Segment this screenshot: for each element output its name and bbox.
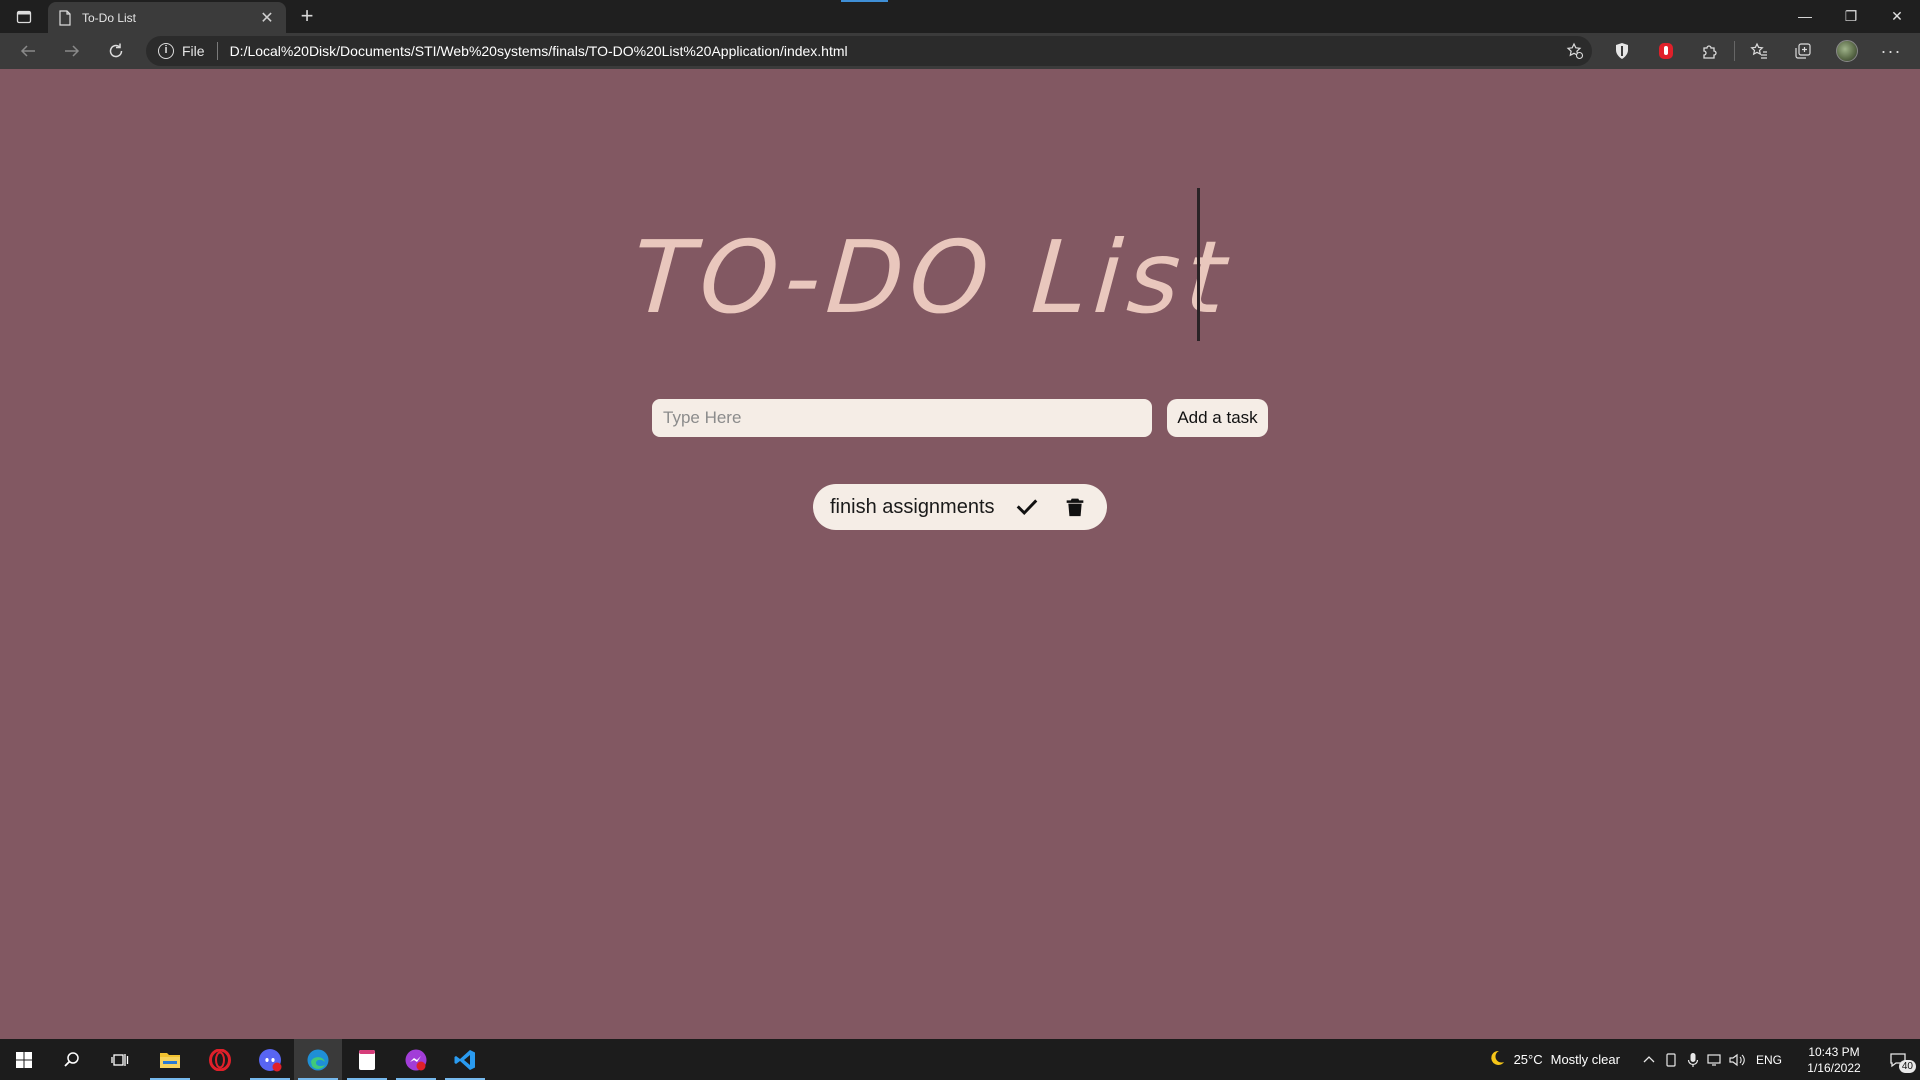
url-text[interactable]: D:/Local%20Disk/Documents/STI/Web%20syst…	[230, 43, 848, 59]
notification-icon[interactable]: 40	[1876, 1039, 1920, 1080]
weather-moon-icon[interactable]	[1488, 1049, 1506, 1070]
tab-title: To-Do List	[82, 10, 137, 25]
notification-count: 40	[1898, 1060, 1916, 1073]
browser-tab[interactable]: To-Do List ✕	[48, 2, 286, 33]
page-content: TO-DO List Add a task finish assignments	[0, 69, 1920, 1039]
task-view-icon[interactable]	[96, 1039, 144, 1080]
browser-tab-strip: To-Do List ✕ + — ❐ ✕	[0, 0, 1920, 33]
trash-icon[interactable]	[1063, 495, 1087, 519]
tab-actions-icon[interactable]	[10, 7, 38, 27]
restore-button[interactable]: ❐	[1828, 0, 1874, 32]
profile-avatar[interactable]	[1825, 40, 1869, 62]
browser-toolbar: i File D:/Local%20Disk/Documents/STI/Web…	[0, 33, 1920, 69]
search-icon[interactable]	[48, 1039, 96, 1080]
new-tab-button[interactable]: +	[294, 4, 320, 30]
tab-close-icon[interactable]: ✕	[258, 8, 276, 28]
opera-icon[interactable]	[196, 1039, 244, 1080]
vscode-icon[interactable]	[441, 1039, 489, 1080]
task-input[interactable]	[652, 399, 1152, 437]
system-tray: 25°C Mostly clear ENG 10:43 PM 1/16/2022…	[1488, 1039, 1920, 1080]
file-explorer-icon[interactable]	[146, 1039, 194, 1080]
windows-taskbar: 25°C Mostly clear ENG 10:43 PM 1/16/2022…	[0, 1039, 1920, 1080]
favorites-add-icon[interactable]	[1566, 42, 1584, 60]
back-arrow-icon[interactable]	[14, 39, 42, 63]
notes-icon[interactable]	[343, 1039, 391, 1080]
network-icon[interactable]	[1704, 1039, 1726, 1080]
window-controls: — ❐ ✕	[1782, 0, 1920, 32]
task-item: finish assignments	[813, 484, 1107, 530]
favorites-icon[interactable]	[1737, 40, 1781, 62]
scheme-label: File	[182, 43, 205, 59]
clock-time: 10:43 PM	[1808, 1044, 1860, 1059]
clock[interactable]: 10:43 PM 1/16/2022	[1792, 1044, 1876, 1076]
device-icon[interactable]	[1660, 1039, 1682, 1080]
microphone-icon[interactable]	[1682, 1039, 1704, 1080]
add-task-button[interactable]: Add a task	[1167, 399, 1268, 437]
shield-extension-icon[interactable]	[1600, 40, 1644, 62]
clock-date: 1/16/2022	[1807, 1060, 1861, 1075]
more-menu-icon[interactable]: ···	[1869, 40, 1913, 62]
toolbar-divider	[1734, 41, 1735, 61]
volume-icon[interactable]	[1726, 1039, 1748, 1080]
loading-accent-line	[841, 0, 888, 2]
page-title: TO-DO List	[628, 219, 1236, 336]
minimize-button[interactable]: —	[1782, 0, 1828, 32]
forward-arrow-icon[interactable]	[58, 39, 86, 63]
task-text: finish assignments	[830, 495, 995, 518]
address-divider	[216, 42, 218, 60]
text-cursor	[1197, 188, 1200, 341]
weather-description[interactable]: Mostly clear	[1551, 1052, 1620, 1067]
site-info-icon[interactable]: i	[158, 43, 174, 59]
weather-temperature[interactable]: 25°C	[1514, 1052, 1543, 1067]
language-indicator[interactable]: ENG	[1756, 1053, 1782, 1067]
collections-icon[interactable]	[1781, 40, 1825, 62]
edge-icon[interactable]	[294, 1039, 342, 1080]
chevron-up-icon[interactable]	[1638, 1039, 1660, 1080]
check-icon[interactable]	[1015, 495, 1039, 519]
start-icon[interactable]	[0, 1039, 48, 1080]
reload-icon[interactable]	[102, 39, 130, 63]
page-icon	[58, 9, 72, 26]
address-bar[interactable]: i File D:/Local%20Disk/Documents/STI/Web…	[146, 36, 1592, 66]
extensions-puzzle-icon[interactable]	[1688, 40, 1732, 62]
discord-icon[interactable]	[246, 1039, 294, 1080]
messenger-icon[interactable]	[392, 1039, 440, 1080]
red-extension-icon[interactable]	[1644, 40, 1688, 62]
close-window-button[interactable]: ✕	[1874, 0, 1920, 32]
toolbar-extensions: ···	[1600, 40, 1913, 62]
